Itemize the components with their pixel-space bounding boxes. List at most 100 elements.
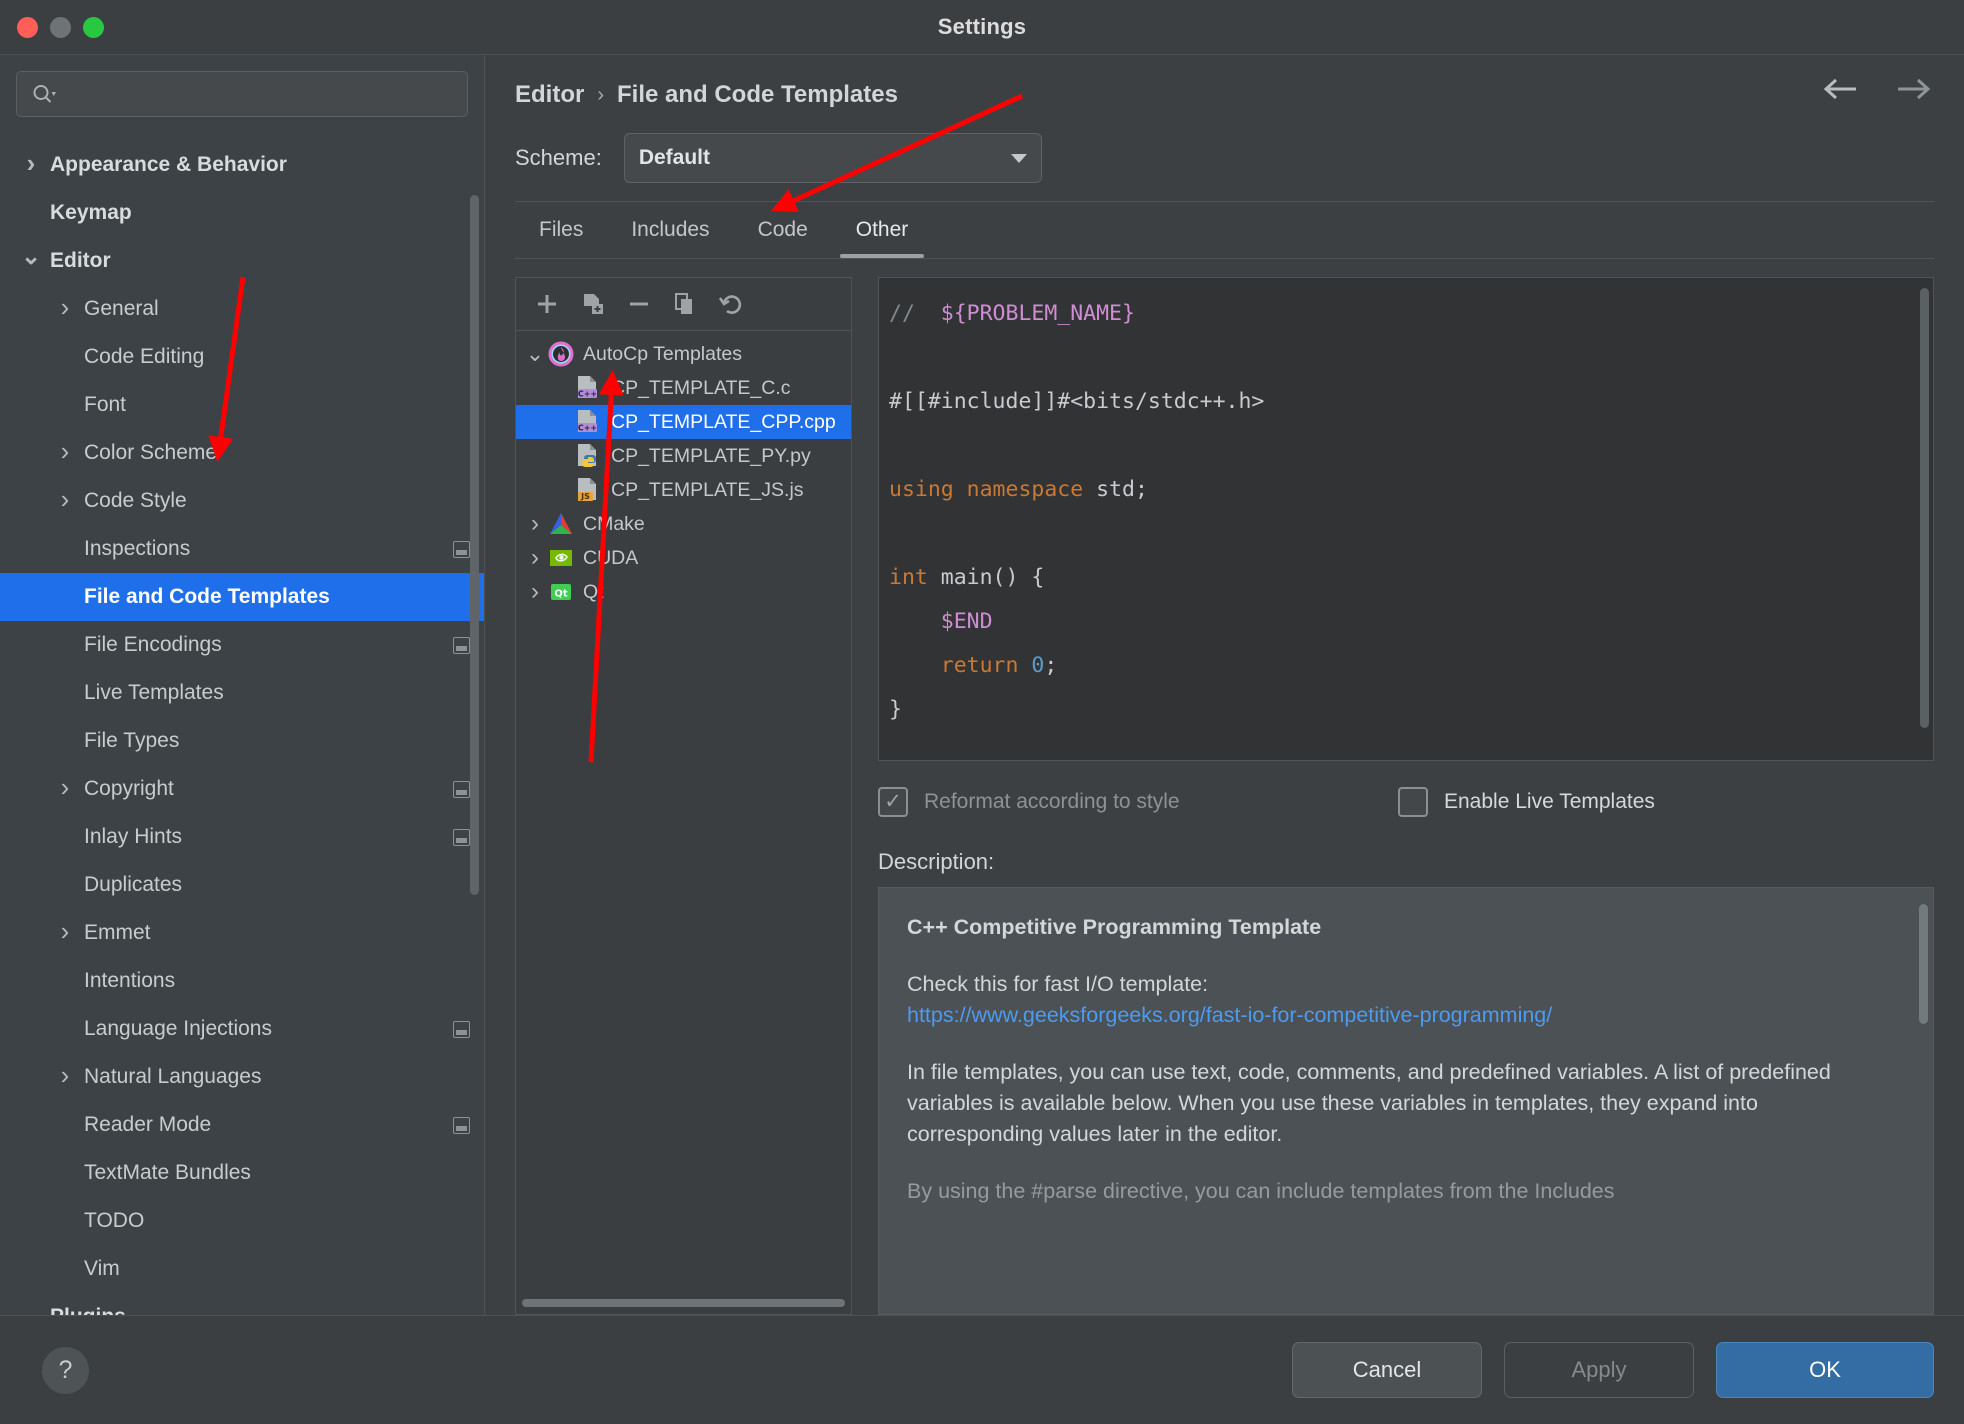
reformat-checkbox[interactable]: Reformat according to style: [878, 787, 1398, 817]
breadcrumb-item-root[interactable]: Editor: [515, 81, 584, 109]
svg-text:C++: C++: [578, 423, 597, 432]
sidebar-item-label: Inspections: [76, 537, 448, 561]
qt-icon: Qt: [548, 579, 576, 605]
tab-other[interactable]: Other: [832, 204, 933, 258]
settings-tree: ›Appearance & BehaviorKeymap⌄Editor›Gene…: [0, 127, 484, 1315]
template-node-autocp-templates[interactable]: ⌄AutoCp Templates: [516, 337, 851, 371]
apply-button: Apply: [1504, 1342, 1694, 1398]
sidebar-item-code-style[interactable]: ›Code Style: [0, 477, 484, 525]
sidebar-item-inlay-hints[interactable]: Inlay Hints: [0, 813, 484, 861]
sidebar-item-font[interactable]: Font: [0, 381, 484, 429]
description-intro-text: Check this for fast I/O template:: [907, 972, 1208, 996]
sidebar-item-language-injections[interactable]: Language Injections: [0, 1005, 484, 1053]
back-arrow-icon[interactable]: [1822, 77, 1862, 101]
description-link[interactable]: https://www.geeksforgeeks.org/fast-io-fo…: [907, 1003, 1552, 1027]
copy-template-button[interactable]: [580, 291, 606, 317]
sidebar-item-label: File Encodings: [76, 633, 448, 657]
chevron-right-icon[interactable]: ›: [522, 544, 548, 572]
sidebar-scrollbar[interactable]: [470, 195, 479, 895]
template-node-cuda[interactable]: ›CUDA: [516, 541, 851, 575]
sidebar-item-keymap[interactable]: Keymap: [0, 189, 484, 237]
sidebar-item-general[interactable]: ›General: [0, 285, 484, 333]
settings-window: Settings ›Appearance & BehaviorKeymap⌄Ed: [0, 0, 1964, 1424]
live-templates-checkbox-label: Enable Live Templates: [1444, 790, 1655, 814]
help-button[interactable]: ?: [42, 1347, 89, 1394]
tab-includes[interactable]: Includes: [607, 204, 733, 258]
cuda-icon: [548, 545, 576, 571]
live-templates-checkbox[interactable]: Enable Live Templates: [1398, 787, 1655, 817]
chevron-right-icon[interactable]: ›: [54, 484, 76, 515]
sidebar-item-emmet[interactable]: ›Emmet: [0, 909, 484, 957]
search-wrapper: [0, 55, 484, 127]
sidebar-item-natural-languages[interactable]: ›Natural Languages: [0, 1053, 484, 1101]
cancel-button[interactable]: Cancel: [1292, 1342, 1482, 1398]
template-list-hscrollbar[interactable]: [522, 1299, 845, 1307]
search-box[interactable]: [16, 71, 468, 117]
duplicate-button[interactable]: [672, 291, 698, 317]
sidebar-item-label: TextMate Bundles: [76, 1161, 448, 1185]
tab-code[interactable]: Code: [734, 204, 832, 258]
breadcrumb-separator-icon: ›: [597, 84, 604, 107]
chevron-right-icon[interactable]: ›: [54, 772, 76, 803]
sidebar-item-file-and-code-templates[interactable]: File and Code Templates: [0, 573, 484, 621]
sidebar-item-copyright[interactable]: ›Copyright: [0, 765, 484, 813]
chevron-right-icon[interactable]: ›: [522, 578, 548, 606]
forward-arrow-icon[interactable]: [1892, 77, 1932, 101]
sidebar-item-label: Live Templates: [76, 681, 448, 705]
search-input[interactable]: [63, 83, 467, 105]
chevron-right-icon[interactable]: ›: [54, 292, 76, 323]
title-bar: Settings: [0, 0, 1964, 54]
template-node-cp-template-js-js[interactable]: JSCP_TEMPLATE_JS.js: [516, 473, 851, 507]
sidebar-item-appearance-behavior[interactable]: ›Appearance & Behavior: [0, 141, 484, 189]
template-node-cp-template-cpp-cpp[interactable]: C++CP_TEMPLATE_CPP.cpp: [516, 405, 851, 439]
sidebar-item-duplicates[interactable]: Duplicates: [0, 861, 484, 909]
template-node-qt[interactable]: ›QtQt: [516, 575, 851, 609]
chevron-right-icon[interactable]: ›: [54, 1060, 76, 1091]
sidebar-item-label: Plugins: [42, 1305, 448, 1315]
chevron-down-icon[interactable]: ⌄: [20, 242, 42, 271]
remove-button[interactable]: [626, 291, 652, 317]
chevron-right-icon[interactable]: ›: [20, 148, 42, 179]
sidebar-item-color-scheme[interactable]: ›Color Scheme: [0, 429, 484, 477]
js-icon: JS: [576, 477, 604, 503]
window-title: Settings: [0, 14, 1964, 40]
settings-main-panel: Editor › File and Code Templates: [485, 55, 1964, 1315]
sidebar-item-file-encodings[interactable]: File Encodings: [0, 621, 484, 669]
editor-scrollbar[interactable]: [1920, 288, 1929, 728]
template-node-cp-template-c-c[interactable]: C++CP_TEMPLATE_C.c: [516, 371, 851, 405]
sidebar-item-inspections[interactable]: Inspections: [0, 525, 484, 573]
description-scrollbar[interactable]: [1919, 904, 1928, 1024]
sidebar-item-label: Color Scheme: [76, 441, 448, 465]
sidebar-item-plugins[interactable]: Plugins: [0, 1293, 484, 1315]
sidebar-item-label: Natural Languages: [76, 1065, 448, 1089]
sidebar-item-editor[interactable]: ⌄Editor: [0, 237, 484, 285]
scheme-dropdown[interactable]: Default: [624, 133, 1042, 183]
template-node-label: CP_TEMPLATE_PY.py: [611, 445, 811, 468]
python-icon: [576, 443, 604, 469]
template-tabs: FilesIncludesCodeOther: [515, 204, 1934, 258]
sidebar-item-todo[interactable]: TODO: [0, 1197, 484, 1245]
breadcrumb-item-current: File and Code Templates: [617, 81, 898, 109]
sidebar-item-vim[interactable]: Vim: [0, 1245, 484, 1293]
reset-button[interactable]: [718, 291, 744, 317]
sidebar-item-textmate-bundles[interactable]: TextMate Bundles: [0, 1149, 484, 1197]
description-box: C++ Competitive Programming Template Che…: [878, 887, 1934, 1315]
template-code-editor[interactable]: // ${PROBLEM_NAME} #[[#include]]#<bits/s…: [878, 277, 1934, 761]
template-node-cp-template-py-py[interactable]: CP_TEMPLATE_PY.py: [516, 439, 851, 473]
sidebar-item-file-types[interactable]: File Types: [0, 717, 484, 765]
template-node-cmake[interactable]: › CMake: [516, 507, 851, 541]
template-list-hscroll-wrap: [516, 1292, 851, 1314]
ok-button[interactable]: OK: [1716, 1342, 1934, 1398]
sidebar-item-reader-mode[interactable]: Reader Mode: [0, 1101, 484, 1149]
chevron-right-icon[interactable]: ›: [54, 436, 76, 467]
tab-files[interactable]: Files: [515, 204, 607, 258]
chevron-right-icon[interactable]: ›: [522, 510, 548, 538]
description-intro: Check this for fast I/O template: https:…: [907, 969, 1899, 1031]
add-button[interactable]: [534, 291, 560, 317]
sidebar-item-code-editing[interactable]: Code Editing: [0, 333, 484, 381]
sidebar-item-live-templates[interactable]: Live Templates: [0, 669, 484, 717]
sidebar-item-intentions[interactable]: Intentions: [0, 957, 484, 1005]
chevron-down-icon[interactable]: ⌄: [522, 350, 548, 358]
chevron-right-icon[interactable]: ›: [54, 916, 76, 947]
template-node-label: CMake: [583, 513, 645, 536]
